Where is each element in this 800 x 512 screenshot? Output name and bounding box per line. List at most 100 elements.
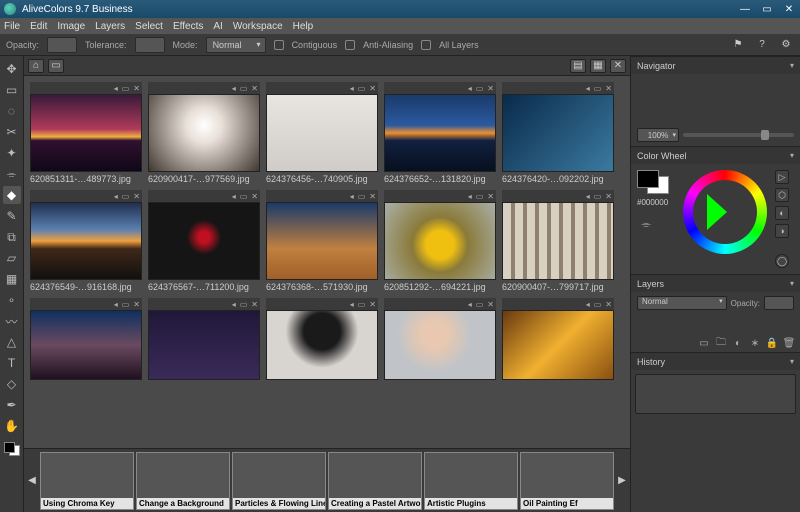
thumbnail-item[interactable]: ◂▭✕620900417-…977569.jpg xyxy=(148,82,260,186)
tool-sharpen[interactable]: △ xyxy=(3,333,21,351)
layer-mask-icon[interactable]: ◐ xyxy=(731,336,745,350)
tutorial-item[interactable]: Oil Painting Ef xyxy=(520,452,614,510)
tool-wand[interactable]: ✦ xyxy=(3,144,21,162)
tutorial-item[interactable]: Particles & Flowing Lines xyxy=(232,452,326,510)
colorwheel-panel-header[interactable]: Color Wheel xyxy=(631,146,800,164)
history-panel-header[interactable]: History xyxy=(631,352,800,370)
home-tab-icon[interactable]: ⌂ xyxy=(28,59,44,73)
tool-smudge[interactable]: 〰 xyxy=(3,312,21,330)
tool-select-rect[interactable]: ▭ xyxy=(3,81,21,99)
thumb-ctl-icon[interactable]: ✕ xyxy=(369,84,376,93)
colorwheel-reset-icon[interactable]: ◯ xyxy=(775,254,789,268)
tool-brush[interactable]: ✎ xyxy=(3,207,21,225)
tool-clone[interactable]: ⧉ xyxy=(3,228,21,246)
thumbnail-image[interactable] xyxy=(384,202,496,280)
thumbnail-image[interactable] xyxy=(266,94,378,172)
layer-fx-icon[interactable]: ∗ xyxy=(748,336,762,350)
menu-layers[interactable]: Layers xyxy=(95,21,125,32)
thumbnail-item[interactable]: ◂▭✕624376567-…711200.jpg xyxy=(148,190,260,294)
thumb-ctl-icon[interactable]: ✕ xyxy=(251,84,258,93)
tool-shape[interactable]: ◇ xyxy=(3,375,21,393)
thumb-ctl-icon[interactable]: ▭ xyxy=(594,192,602,201)
tutorial-item[interactable]: Using Chroma Key xyxy=(40,452,134,510)
thumb-ctl-icon[interactable]: ✕ xyxy=(487,300,494,309)
layers-blend-select[interactable]: Normal xyxy=(637,296,727,310)
thumb-ctl-icon[interactable]: ◂ xyxy=(586,84,590,93)
thumb-ctl-icon[interactable]: ✕ xyxy=(605,300,612,309)
tool-text[interactable]: T xyxy=(3,354,21,372)
thumbnail-image[interactable] xyxy=(30,202,142,280)
thumbnail-item[interactable]: ◂ ▭✕ xyxy=(384,298,496,380)
thumbnail-item[interactable]: ◂▭✕620900407-…799717.jpg xyxy=(502,190,614,294)
panel-close-icon[interactable]: ✕ xyxy=(610,59,626,73)
layer-new-icon[interactable]: ▭ xyxy=(697,336,711,350)
color-wheel[interactable] xyxy=(683,170,767,254)
thumb-ctl-icon[interactable]: ◂ xyxy=(586,192,590,201)
thumb-ctl-icon[interactable]: ✕ xyxy=(605,84,612,93)
thumb-ctl-icon[interactable]: ◂ xyxy=(468,192,472,201)
thumbnail-item[interactable]: ◂▭✕624376549-…916168.jpg xyxy=(30,190,142,294)
thumbnail-item[interactable]: ◂▭✕ xyxy=(148,298,260,380)
menu-edit[interactable]: Edit xyxy=(30,21,47,32)
thumb-ctl-icon[interactable]: ✕ xyxy=(251,300,258,309)
tolerance-field[interactable] xyxy=(135,37,165,53)
thumb-ctl-icon[interactable]: ▭ xyxy=(358,84,366,93)
layers-opacity-field[interactable] xyxy=(764,296,794,310)
history-list[interactable] xyxy=(635,374,796,414)
thumbnail-item[interactable]: ◂▭✕ xyxy=(30,298,142,380)
thumbnail-item[interactable]: ◂▭✕624376368-…571930.jpg xyxy=(266,190,378,294)
thumb-ctl-icon[interactable]: ▭ xyxy=(240,84,248,93)
thumbnail-item[interactable]: ◂▭✕624376456-…740905.jpg xyxy=(266,82,378,186)
tool-lasso[interactable]: ◌ xyxy=(3,102,21,120)
thumb-ctl-icon[interactable]: ✕ xyxy=(133,84,140,93)
thumbnail-image[interactable] xyxy=(148,94,260,172)
layers-panel-header[interactable]: Layers xyxy=(631,274,800,292)
tool-eraser[interactable]: ▱ xyxy=(3,249,21,267)
thumb-ctl-icon[interactable]: ✕ xyxy=(133,192,140,201)
zoom-slider[interactable] xyxy=(683,133,794,137)
help-icon[interactable]: ? xyxy=(754,37,770,53)
thumb-ctl-icon[interactable]: ▭ xyxy=(476,192,484,201)
eyedropper-icon[interactable]: ⌯ xyxy=(637,215,655,233)
thumb-ctl-icon[interactable]: ✕ xyxy=(487,84,494,93)
colorwheel-mode4-icon[interactable]: ◑ xyxy=(775,224,789,238)
thumbnail-image[interactable] xyxy=(502,202,614,280)
antialias-checkbox[interactable] xyxy=(345,40,355,50)
thumb-ctl-icon[interactable]: ✕ xyxy=(369,192,376,201)
menu-effects[interactable]: Effects xyxy=(173,21,203,32)
tool-blur[interactable]: ∘ xyxy=(3,291,21,309)
thumbnail-image[interactable] xyxy=(502,94,614,172)
tool-gradient[interactable]: ▦ xyxy=(3,270,21,288)
thumb-ctl-icon[interactable]: ◂ xyxy=(468,84,472,93)
tutorial-item[interactable]: Artistic Plugins xyxy=(424,452,518,510)
thumbnail-item[interactable]: ◂▭✕624376420-…092202.jpg xyxy=(502,82,614,186)
colorwheel-mode2-icon[interactable]: ⬡ xyxy=(775,188,789,202)
zoom-field[interactable]: 100% xyxy=(637,128,679,142)
thumb-ctl-icon[interactable]: ◂ xyxy=(114,300,118,309)
thumb-ctl-icon[interactable]: ▭ xyxy=(122,84,130,93)
thumb-ctl-icon[interactable]: ▭ xyxy=(594,300,602,309)
menu-file[interactable]: File xyxy=(4,21,20,32)
tool-move[interactable]: ✥ xyxy=(3,60,21,78)
thumb-ctl-icon[interactable]: ◂ xyxy=(468,300,472,309)
thumb-ctl-icon[interactable]: ▭ xyxy=(476,84,484,93)
navigator-panel-header[interactable]: Navigator xyxy=(631,56,800,74)
colorwheel-swatch[interactable] xyxy=(637,170,669,194)
tool-crop[interactable]: ✂ xyxy=(3,123,21,141)
contiguous-checkbox[interactable] xyxy=(274,40,284,50)
minimize-button[interactable]: — xyxy=(738,4,752,14)
menu-image[interactable]: Image xyxy=(57,21,85,32)
thumb-ctl-icon[interactable]: ◂ xyxy=(232,192,236,201)
alllayers-checkbox[interactable] xyxy=(421,40,431,50)
thumbnail-item[interactable]: ◂▭✕624376652-…131820.jpg xyxy=(384,82,496,186)
thumb-ctl-icon[interactable]: ▭ xyxy=(476,300,484,309)
menu-workspace[interactable]: Workspace xyxy=(233,21,283,32)
thumb-ctl-icon[interactable]: ✕ xyxy=(605,192,612,201)
thumb-ctl-icon[interactable]: ▭ xyxy=(122,192,130,201)
thumbnail-item[interactable]: ◂▭✕620851292-…694221.jpg xyxy=(384,190,496,294)
tool-eyedrop[interactable]: ⌯ xyxy=(3,165,21,183)
tutorials-prev-icon[interactable]: ◀ xyxy=(26,475,38,486)
thumbnail-item[interactable]: ◂▭✕620851311-…489773.jpg xyxy=(30,82,142,186)
thumb-ctl-icon[interactable]: ▭ xyxy=(358,192,366,201)
tool-hand[interactable]: ✋ xyxy=(3,417,21,435)
